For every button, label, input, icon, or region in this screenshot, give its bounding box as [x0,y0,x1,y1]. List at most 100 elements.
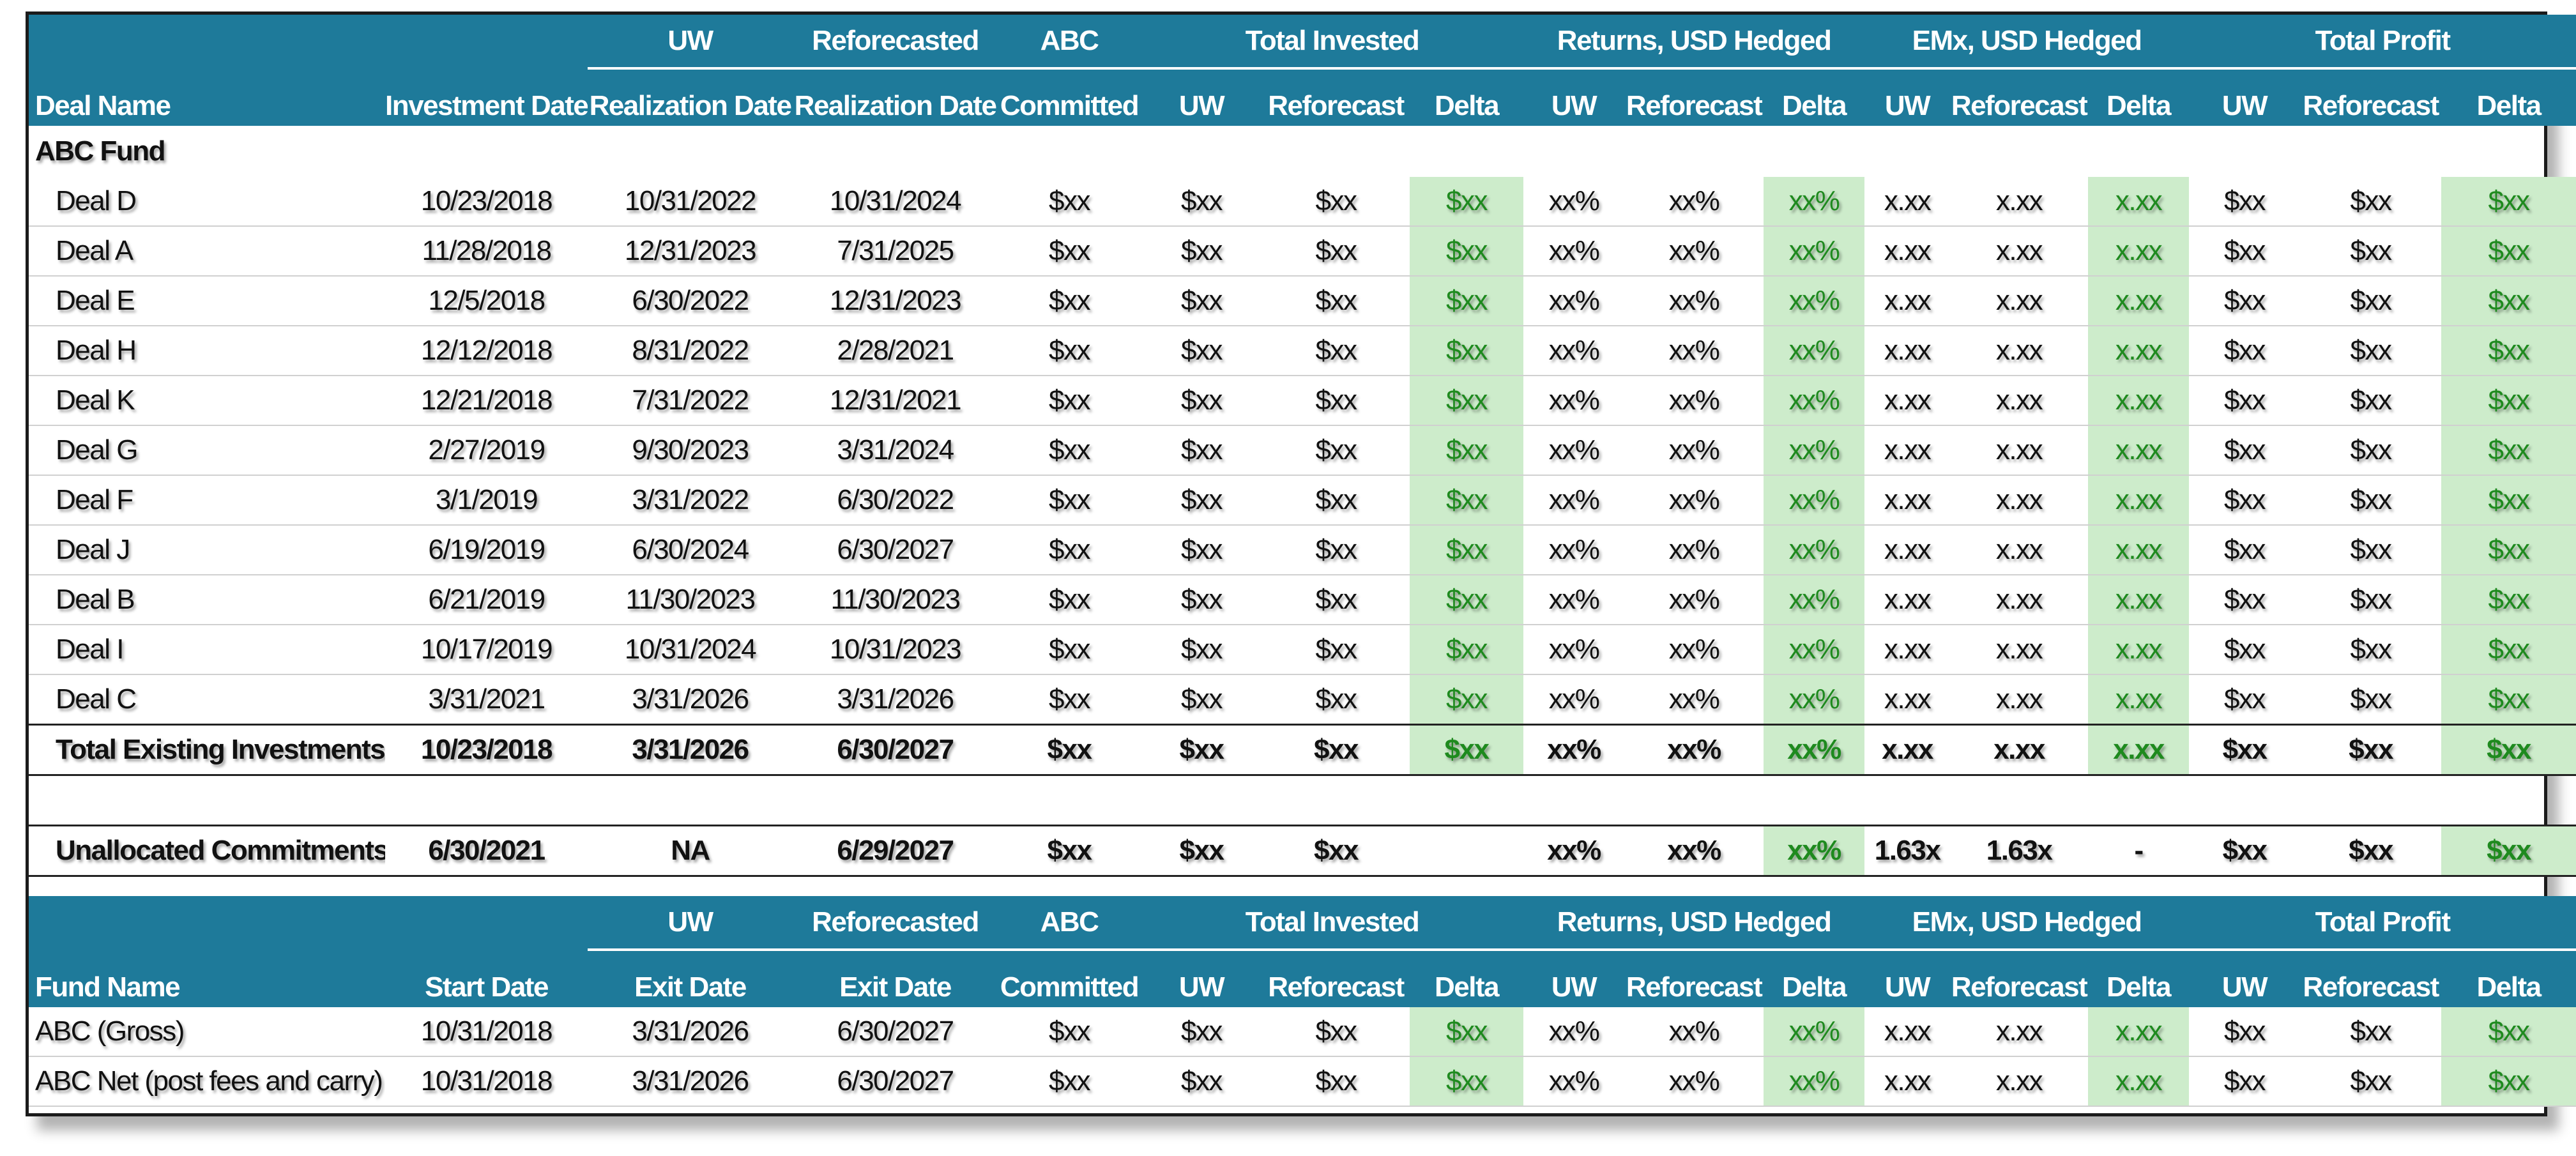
cell-tp-uw: $xx [2189,177,2301,227]
cell-ret-ref: xx% [1624,276,1764,326]
cell-tp-delta: $xx [2441,674,2576,726]
cell-ret-ref: xx% [1624,825,1764,877]
cell-tp-delta: $xx [2441,276,2576,326]
cell-name: Deal J [29,525,385,575]
cell-ret-delta: xx% [1764,674,1865,726]
fund-header-tp-reforecast: Reforecast [2300,950,2442,1007]
cell-ti-delta: $xx [1410,425,1524,476]
cell-name: Deal F [29,475,385,526]
cell-name: Deal G [29,425,385,476]
cell-uw-realization: 3/31/2022 [588,475,793,526]
header-ret-uw: UW [1523,68,1625,126]
header-emx-delta: Delta [2088,68,2190,126]
cell-ti-ref: $xx [1262,326,1410,376]
cell-tp-uw: $xx [2189,475,2301,526]
cell-ti-delta: $xx [1410,1056,1524,1107]
cell-investment-date: 12/21/2018 [385,376,588,426]
header-uw-top: UW [588,15,793,70]
cell-name: Deal K [29,376,385,426]
fund-header-total-profit: Total Profit [2189,896,2576,951]
cell-emx-ref: x.xx [1950,674,2089,726]
cell-ref-realization: 11/30/2023 [793,575,998,625]
fund-header-tp-delta: Delta [2441,950,2576,1007]
cell-ti-ref: $xx [1262,575,1410,625]
cell-tp-delta: $xx [2441,226,2576,277]
header-returns: Returns, USD Hedged [1523,15,1865,70]
cell-uw-realization: 3/31/2026 [588,1007,793,1057]
cell-ti-uw: $xx [1141,1007,1262,1057]
fund-header-ref-exit-date: Exit Date [793,950,998,1007]
cell-ret-delta: xx% [1764,276,1865,326]
cell-ret-delta: xx% [1764,575,1865,625]
cell-uw-realization: 7/31/2022 [588,376,793,426]
cell-emx-uw: x.xx [1864,674,1951,726]
cell-tp-uw: $xx [2189,724,2301,776]
header-emx-reforecast: Reforecast [1950,68,2089,126]
cell-tp-delta: $xx [2441,625,2576,675]
cell-investment-date: 6/21/2019 [385,575,588,625]
cell-ti-delta [1410,825,1524,877]
cell-emx-delta: x.xx [2088,475,2190,526]
cell-tp-ref: $xx [2300,276,2442,326]
cell-ti-uw: $xx [1141,1056,1262,1107]
cell-ti-delta: $xx [1410,575,1524,625]
cell-emx-ref: x.xx [1950,376,2089,426]
fund-header-ti-uw: UW [1141,950,1262,1007]
cell-ti-delta: $xx [1410,724,1524,776]
cell-committed: $xx [998,226,1141,277]
cell-tp-uw: $xx [2189,825,2301,877]
table-row: Deal C 3/31/2021 3/31/2026 3/31/2026 $xx $xx $… [29,674,2576,726]
cell-committed: $xx [998,525,1141,575]
cell-ti-uw: $xx [1141,276,1262,326]
total-rows: Total Existing Investments 10/23/2018 3/31… [29,724,2576,877]
cell-uw-realization: 9/30/2023 [588,425,793,476]
cell-emx-delta: x.xx [2088,376,2190,426]
cell-ti-ref: $xx [1262,825,1410,877]
cell-emx-delta: x.xx [2088,326,2190,376]
table-row: Deal J 6/19/2019 6/30/2024 6/30/2027 $xx $xx $… [29,525,2576,575]
cell-uw-realization: NA [588,825,793,877]
cell-tp-ref: $xx [2300,376,2442,426]
header-tp-uw: UW [2189,68,2301,126]
cell-tp-delta: $xx [2441,525,2576,575]
cell-ref-realization: 6/29/2027 [793,825,998,877]
cell-tp-delta: $xx [2441,475,2576,526]
cell-ref-realization: 6/30/2022 [793,475,998,526]
cell-tp-uw: $xx [2189,674,2301,726]
cell-tp-ref: $xx [2300,575,2442,625]
cell-emx-uw: x.xx [1864,475,1951,526]
cell-investment-date: 10/17/2019 [385,625,588,675]
cell-name: Deal B [29,575,385,625]
cell-tp-ref: $xx [2300,226,2442,277]
cell-ret-ref: xx% [1624,625,1764,675]
header-investment-date: Investment Date [385,68,588,126]
cell-name: Deal I [29,625,385,675]
fund-header-ret-delta: Delta [1764,950,1865,1007]
cell-emx-delta: x.xx [2088,575,2190,625]
cell-tp-uw: $xx [2189,1007,2301,1057]
fund-header-ti-reforecast: Reforecast [1262,950,1410,1007]
table-frame: UW Reforecasted ABC Total Invested Retur… [26,11,2576,1116]
cell-tp-delta: $xx [2441,1056,2576,1107]
cell-ret-ref: xx% [1624,525,1764,575]
cell-ret-delta: xx% [1764,625,1865,675]
cell-ret-uw: xx% [1523,475,1625,526]
cell-emx-uw: x.xx [1864,276,1951,326]
cell-ref-realization: 6/30/2027 [793,1056,998,1107]
header-emx: EMx, USD Hedged [1864,15,2190,70]
cell-emx-ref: x.xx [1950,475,2089,526]
cell-ref-realization: 7/31/2025 [793,226,998,277]
cell-ret-uw: xx% [1523,226,1625,277]
header-ret-delta: Delta [1764,68,1865,126]
cell-emx-uw: 1.63x [1864,825,1951,877]
cell-uw-realization: 8/31/2022 [588,326,793,376]
cell-uw-realization: 10/31/2022 [588,177,793,227]
fund-header-returns: Returns, USD Hedged [1523,896,1865,951]
cell-uw-realization: 6/30/2024 [588,525,793,575]
cell-tp-ref: $xx [2300,1056,2442,1107]
cell-committed: $xx [998,1007,1141,1057]
table-row: Deal I 10/17/2019 10/31/2024 10/31/2023 $xx $… [29,625,2576,675]
cell-ti-ref: $xx [1262,1007,1410,1057]
header-committed: Committed [998,68,1141,126]
cell-ref-realization: 12/31/2021 [793,376,998,426]
